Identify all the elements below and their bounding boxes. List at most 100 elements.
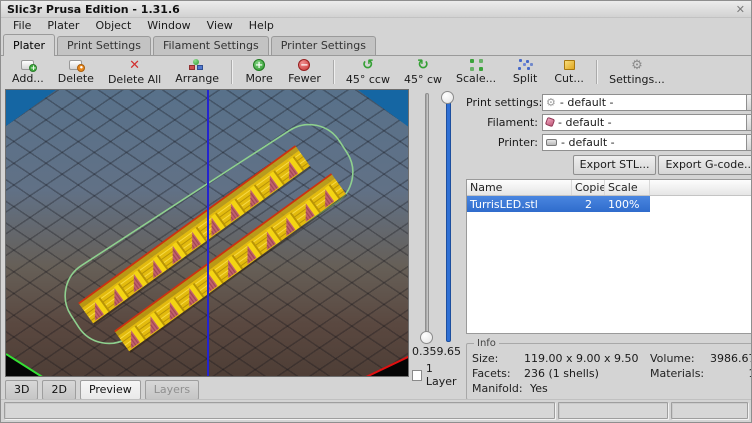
more-copies-icon: + bbox=[253, 59, 265, 71]
size-label: Size: bbox=[472, 351, 524, 366]
status-pane-right bbox=[671, 402, 748, 419]
plater-toolbar: + Add... • Delete ✕ Delete All Arrange +… bbox=[1, 56, 751, 89]
object-list[interactable]: Name Copie: Scale TurrisLED.stl 2 100% bbox=[466, 179, 752, 334]
single-layer-checkbox[interactable] bbox=[412, 370, 422, 381]
single-layer-toggle[interactable]: 1 Layer bbox=[412, 362, 462, 388]
tab-plater[interactable]: Plater bbox=[3, 34, 55, 56]
add-button[interactable]: + Add... bbox=[5, 57, 51, 87]
cut-button[interactable]: Cut... bbox=[547, 57, 591, 87]
rotate-cw-button[interactable]: ↻ 45° cw bbox=[397, 57, 449, 87]
info-box: Info Size: 119.00 x 9.00 x 9.50 Volume: … bbox=[466, 338, 752, 400]
menu-help[interactable]: Help bbox=[241, 18, 282, 33]
window-title: Slic3r Prusa Edition - 1.31.6 bbox=[7, 3, 180, 16]
layer-slider-high-knob[interactable] bbox=[441, 91, 454, 104]
preview-3d-canvas[interactable] bbox=[5, 89, 409, 377]
tab-filament-settings[interactable]: Filament Settings bbox=[153, 36, 269, 55]
object-list-header: Name Copie: Scale bbox=[467, 180, 752, 196]
close-icon[interactable]: ✕ bbox=[736, 4, 745, 15]
printer-dropdown-arrow[interactable]: ▼ bbox=[746, 134, 752, 151]
filament-spool-icon bbox=[545, 117, 555, 127]
menu-plater[interactable]: Plater bbox=[39, 18, 87, 33]
title-bar: Slic3r Prusa Edition - 1.31.6 ✕ bbox=[1, 1, 751, 18]
delete-all-button[interactable]: ✕ Delete All bbox=[101, 57, 168, 87]
export-stl-button[interactable]: Export STL... bbox=[573, 155, 657, 175]
fewer-button[interactable]: − Fewer bbox=[281, 57, 328, 87]
menu-bar: File Plater Object Window View Help bbox=[1, 18, 751, 33]
tab-printer-settings[interactable]: Printer Settings bbox=[271, 36, 376, 55]
scene-corner-top-right bbox=[358, 90, 409, 128]
cut-icon bbox=[564, 59, 575, 71]
main-tab-bar: Plater Print Settings Filament Settings … bbox=[1, 33, 751, 56]
print-settings-combo[interactable]: ⚙ - default - ▼ bbox=[542, 94, 752, 111]
preview-column: 3D 2D Preview Layers bbox=[5, 89, 409, 400]
layer-slider-low-knob[interactable] bbox=[420, 331, 433, 344]
manifold-label: Manifold: bbox=[472, 381, 530, 396]
view-tab-2d[interactable]: 2D bbox=[42, 380, 75, 400]
printer-icon bbox=[546, 139, 557, 146]
layer-slider-high[interactable] bbox=[440, 91, 456, 344]
size-value: 119.00 x 9.00 x 9.50 bbox=[524, 351, 650, 366]
scene-corner-top-left bbox=[6, 90, 56, 126]
object-row-turrisled[interactable]: TurrisLED.stl 2 100% bbox=[467, 196, 650, 212]
layer-slider-low[interactable] bbox=[419, 91, 435, 344]
printer-label: Printer: bbox=[466, 136, 542, 149]
manifold-value: Yes bbox=[530, 381, 548, 396]
print-settings-label: Print settings: bbox=[466, 96, 542, 109]
settings-icon: ⚙ bbox=[631, 59, 643, 72]
delete-object-icon: • bbox=[69, 59, 82, 71]
printer-value: - default - bbox=[561, 136, 615, 149]
menu-view[interactable]: View bbox=[199, 18, 241, 33]
toolbar-separator bbox=[596, 60, 597, 84]
materials-value: 1 bbox=[710, 366, 752, 381]
filament-combo[interactable]: - default - ▼ bbox=[542, 114, 752, 131]
column-name: Name bbox=[467, 180, 572, 195]
status-bar bbox=[1, 399, 751, 422]
scale-icon bbox=[470, 59, 483, 71]
export-gcode-button[interactable]: Export G-code... bbox=[658, 155, 752, 175]
layer-slider-panel: 0.35 9.65 1 Layer bbox=[409, 89, 462, 400]
menu-window[interactable]: Window bbox=[139, 18, 198, 33]
menu-object[interactable]: Object bbox=[87, 18, 139, 33]
arrange-icon bbox=[189, 59, 205, 71]
main-area: 3D 2D Preview Layers 0.35 9.65 bbox=[1, 89, 751, 400]
tab-print-settings[interactable]: Print Settings bbox=[57, 36, 151, 55]
preview-scene bbox=[6, 90, 409, 377]
rotate-ccw-button[interactable]: ↺ 45° ccw bbox=[339, 57, 397, 87]
view-mode-tabs: 3D 2D Preview Layers bbox=[5, 380, 409, 400]
filament-label: Filament: bbox=[466, 116, 542, 129]
scale-button[interactable]: Scale... bbox=[449, 57, 503, 87]
volume-value: 3986.67 bbox=[710, 351, 752, 366]
app-window: Slic3r Prusa Edition - 1.31.6 ✕ File Pla… bbox=[0, 0, 752, 423]
delete-button[interactable]: • Delete bbox=[51, 57, 101, 87]
print-settings-dropdown-arrow[interactable]: ▼ bbox=[746, 94, 752, 111]
layer-slider-low-track[interactable] bbox=[425, 93, 429, 342]
layer-slider-high-track[interactable] bbox=[446, 93, 451, 342]
menu-file[interactable]: File bbox=[5, 18, 39, 33]
column-copies: Copie: bbox=[572, 180, 605, 195]
filament-value: - default - bbox=[558, 116, 612, 129]
single-layer-label: 1 Layer bbox=[426, 362, 462, 388]
status-pane-main bbox=[4, 402, 555, 419]
more-button[interactable]: + More bbox=[237, 57, 281, 87]
view-tab-preview[interactable]: Preview bbox=[80, 380, 141, 400]
delete-all-icon: ✕ bbox=[129, 59, 140, 72]
volume-label: Volume: bbox=[650, 351, 710, 366]
arrange-button[interactable]: Arrange bbox=[168, 57, 226, 87]
filament-dropdown-arrow[interactable]: ▼ bbox=[746, 114, 752, 131]
split-button[interactable]: Split bbox=[503, 57, 547, 87]
split-icon bbox=[518, 59, 532, 71]
rotate-cw-icon: ↻ bbox=[417, 59, 429, 72]
view-tab-3d[interactable]: 3D bbox=[5, 380, 38, 400]
info-legend: Info bbox=[474, 338, 499, 349]
toolbar-separator bbox=[333, 60, 334, 84]
materials-label: Materials: bbox=[650, 366, 710, 381]
add-object-icon: + bbox=[21, 59, 34, 71]
facets-value: 236 (1 shells) bbox=[524, 366, 650, 381]
printer-combo[interactable]: - default - ▼ bbox=[542, 134, 752, 151]
status-pane-middle bbox=[558, 402, 668, 419]
rotate-ccw-icon: ↺ bbox=[362, 59, 374, 72]
layer-low-value: 0.35 bbox=[412, 345, 437, 358]
settings-button[interactable]: ⚙ Settings... bbox=[602, 57, 672, 87]
view-tab-layers[interactable]: Layers bbox=[145, 380, 199, 400]
column-scale: Scale bbox=[605, 180, 650, 195]
